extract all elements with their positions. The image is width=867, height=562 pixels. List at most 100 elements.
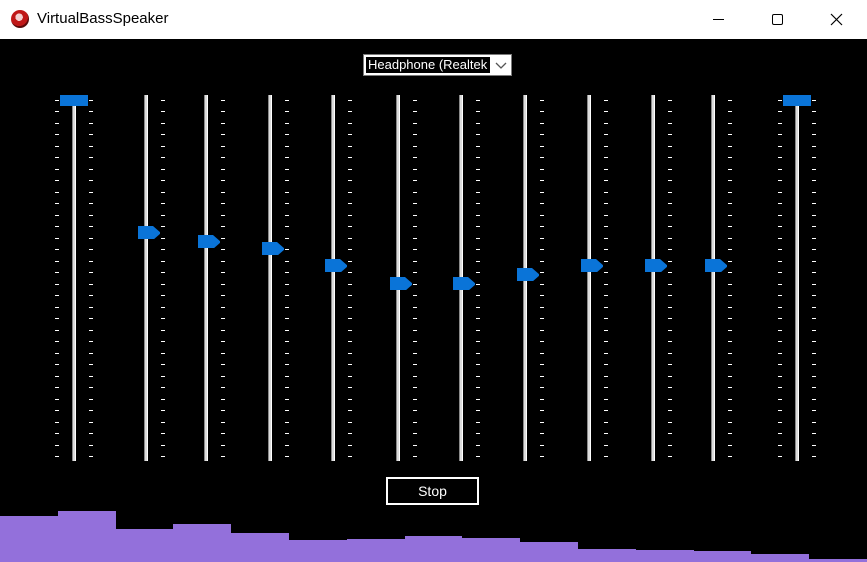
slider-thumb[interactable]	[451, 276, 475, 290]
slider-thumb[interactable]	[643, 258, 667, 273]
slider-tick	[540, 329, 544, 331]
slider-tick	[604, 145, 608, 147]
slider-tick	[89, 283, 93, 285]
slider-tick	[161, 260, 165, 262]
slider-tick	[778, 352, 782, 354]
slider-tick	[604, 352, 608, 354]
eq-slider-3[interactable]	[186, 95, 226, 461]
slider-thumb[interactable]	[196, 234, 220, 249]
slider-tick	[221, 168, 225, 170]
slider-thumb[interactable]	[260, 241, 284, 256]
slider-tick	[55, 249, 59, 251]
slider-thumb[interactable]	[515, 267, 539, 281]
slider-tick	[812, 387, 816, 389]
slider-tick	[413, 226, 417, 228]
eq-slider-11[interactable]	[693, 95, 733, 461]
slider-tick	[604, 306, 608, 308]
slider-tick	[778, 410, 782, 412]
slider-tick	[413, 191, 417, 193]
slider-tick	[221, 364, 225, 366]
slider-tick	[161, 214, 165, 216]
slider-tick	[55, 191, 59, 193]
slider-tick	[778, 191, 782, 193]
slider-tick	[476, 100, 480, 101]
slider-tick	[348, 352, 352, 354]
slider-track	[72, 95, 76, 461]
slider-tick	[540, 433, 544, 435]
slider-tick	[161, 352, 165, 354]
slider-tick	[89, 237, 93, 239]
slider-thumb[interactable]	[579, 258, 603, 273]
slider-tick	[812, 214, 816, 216]
slider-tick	[540, 352, 544, 354]
slider-tick	[604, 387, 608, 389]
eq-slider-6[interactable]	[378, 95, 418, 461]
slider-tick	[221, 341, 225, 343]
slider-tick	[728, 134, 732, 136]
slider-tick	[55, 295, 59, 297]
slider-tick	[604, 375, 608, 377]
eq-slider-10[interactable]	[633, 95, 673, 461]
slider-tick	[348, 456, 352, 457]
slider-thumb[interactable]	[323, 258, 347, 273]
slider-thumb[interactable]	[703, 258, 727, 273]
slider-thumb[interactable]	[388, 276, 412, 290]
slider-tick	[728, 237, 732, 239]
slider-tick	[413, 352, 417, 354]
eq-slider-1[interactable]	[54, 95, 94, 461]
slider-tick	[348, 226, 352, 228]
slider-tick	[348, 168, 352, 170]
slider-tick	[413, 100, 417, 101]
slider-thumb[interactable]	[783, 95, 811, 106]
slider-tick	[540, 456, 544, 457]
eq-slider-7[interactable]	[441, 95, 481, 461]
slider-tick	[285, 226, 289, 228]
slider-tick	[285, 352, 289, 354]
slider-tick	[668, 398, 672, 400]
slider-tick	[413, 398, 417, 400]
title-bar[interactable]: VirtualBassSpeaker	[0, 0, 867, 39]
slider-tick	[285, 375, 289, 377]
slider-tick	[728, 341, 732, 343]
slider-tick	[89, 203, 93, 205]
slider-tick	[540, 410, 544, 412]
slider-tick	[604, 329, 608, 331]
slider-tick	[89, 111, 93, 113]
eq-slider-12[interactable]	[777, 95, 817, 461]
slider-tick	[604, 122, 608, 124]
slider-thumb[interactable]	[136, 225, 160, 240]
minimize-button[interactable]	[689, 0, 747, 39]
slider-tick	[285, 410, 289, 412]
slider-tick	[348, 433, 352, 435]
slider-tick	[668, 134, 672, 136]
slider-thumb[interactable]	[60, 95, 88, 106]
slider-tick	[89, 249, 93, 251]
slider-tick	[161, 318, 165, 320]
eq-slider-2[interactable]	[126, 95, 166, 461]
slider-tick	[89, 306, 93, 308]
slider-tick	[476, 398, 480, 400]
eq-slider-4[interactable]	[250, 95, 290, 461]
eq-slider-9[interactable]	[569, 95, 609, 461]
slider-track	[795, 95, 799, 461]
slider-tick	[161, 111, 165, 113]
slider-tick	[89, 341, 93, 343]
slider-tick	[476, 214, 480, 216]
slider-tick	[604, 214, 608, 216]
close-button[interactable]	[807, 0, 865, 39]
maximize-button[interactable]	[748, 0, 806, 39]
eq-slider-5[interactable]	[313, 95, 353, 461]
slider-tick	[285, 306, 289, 308]
slider-tick	[476, 433, 480, 435]
slider-tick	[55, 375, 59, 377]
slider-tick	[55, 387, 59, 389]
slider-tick	[348, 272, 352, 274]
stop-button[interactable]: Stop	[386, 477, 479, 505]
slider-tick	[413, 306, 417, 308]
slider-tick	[348, 444, 352, 446]
slider-tick	[161, 237, 165, 239]
eq-slider-8[interactable]	[505, 95, 545, 461]
device-select[interactable]: Headphone (Realtek	[363, 54, 512, 76]
slider-tick	[221, 421, 225, 423]
slider-tick	[540, 191, 544, 193]
